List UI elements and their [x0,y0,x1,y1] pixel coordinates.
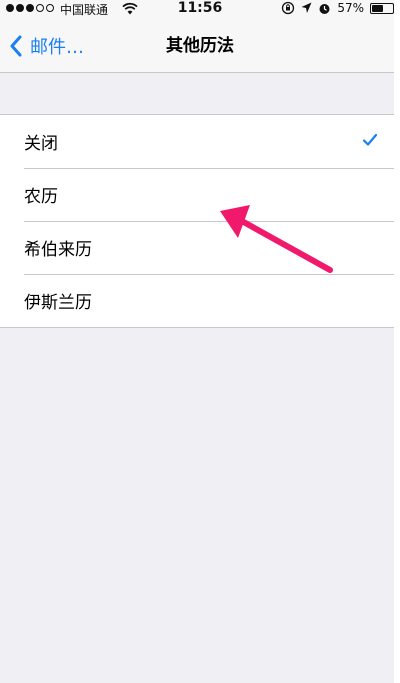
alarm-icon [319,3,330,14]
battery-icon [370,2,397,14]
carrier-name: 中国联通 [60,3,109,17]
status-bar: 中国联通 11:56 57% [0,0,400,18]
location-arrow-icon [301,2,312,13]
back-button-label: 邮件… [30,37,84,58]
option-label: 伊斯兰历 [24,293,92,313]
option-label: 农历 [24,187,58,207]
option-label: 希伯来历 [24,240,92,260]
signal-strength-icon [6,4,54,12]
calendar-options-list: 关闭 农历 希伯来历 伊斯兰历 [0,114,400,328]
wifi-icon [122,2,138,15]
back-button[interactable]: 邮件… [10,32,84,60]
screen-edge [394,0,400,683]
option-label: 关闭 [24,134,58,154]
battery-percent: 57% [337,1,364,15]
navigation-bar: 邮件… 其他历法 [0,18,400,73]
annotation-arrow-icon [220,205,333,273]
status-right-icons: 57% [281,1,397,15]
chevron-left-icon [10,35,22,57]
checkmark-icon [362,133,378,146]
option-chinese-lunar[interactable]: 农历 [0,168,400,221]
orientation-lock-icon [282,1,295,15]
option-hebrew[interactable]: 希伯来历 [0,221,400,274]
option-off[interactable]: 关闭 [0,115,400,168]
option-islamic[interactable]: 伊斯兰历 [0,274,400,327]
